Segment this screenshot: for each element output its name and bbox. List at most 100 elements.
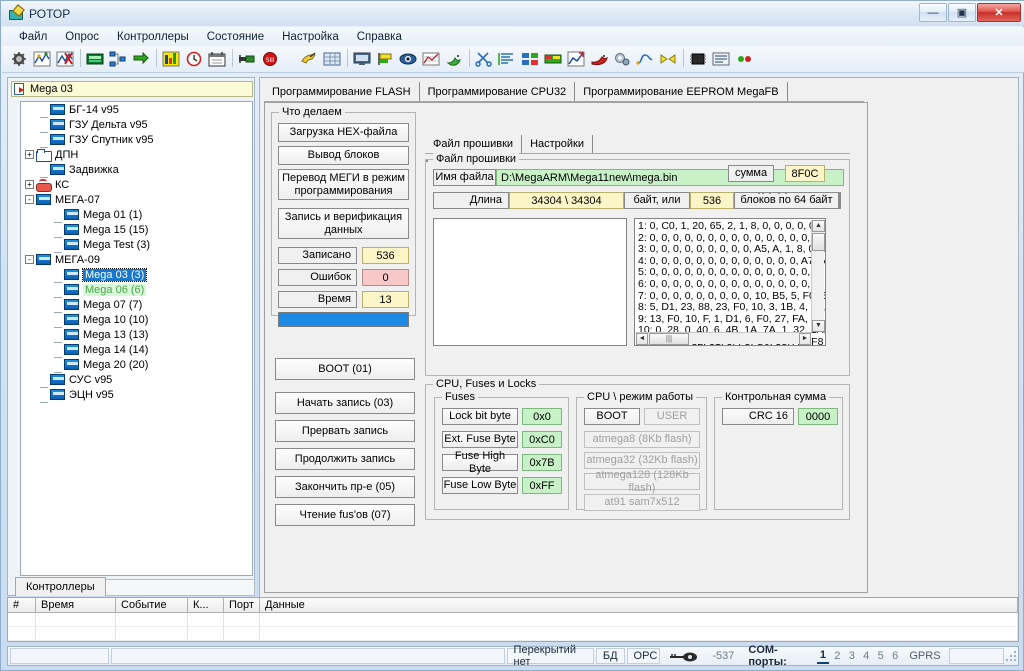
plug-connect-icon[interactable]: [236, 48, 258, 70]
grid-column-header[interactable]: Время: [36, 598, 116, 613]
start-write-button[interactable]: Начать запись (03): [275, 392, 415, 414]
hscroll-thumb[interactable]: |||: [649, 333, 689, 345]
finish-write-button[interactable]: Закончить пр-е (05): [275, 476, 415, 498]
ext-fuse-byte-label[interactable]: Ext. Fuse Byte: [442, 431, 518, 448]
grid-column-header[interactable]: Порт: [224, 598, 260, 613]
bowtie-icon[interactable]: [657, 48, 679, 70]
scissors-icon[interactable]: [473, 48, 495, 70]
hand-write-icon[interactable]: [298, 48, 320, 70]
chart-scatter-red-icon[interactable]: [54, 48, 76, 70]
tree-item[interactable]: БГ-14 v95: [21, 102, 252, 118]
collapse-icon[interactable]: -: [25, 195, 34, 204]
scroll-right-button[interactable]: ►: [799, 333, 811, 345]
red-bird-icon[interactable]: [588, 48, 610, 70]
atmega32-button[interactable]: atmega32 (32Kb flash): [584, 452, 700, 469]
tree-item[interactable]: Mega 15 (15): [21, 222, 252, 238]
tree-item[interactable]: Mega 03 (3): [21, 267, 252, 283]
form-grid-icon[interactable]: [321, 48, 343, 70]
chart-scatter-icon[interactable]: [31, 48, 53, 70]
fuse-low-byte-label[interactable]: Fuse Low Byte: [442, 477, 518, 494]
atmega8-button[interactable]: atmega8 (8Kb flash): [584, 431, 700, 448]
atmega128-button[interactable]: atmega128 (128Kb flash): [584, 469, 700, 494]
two-dots-icon[interactable]: [733, 48, 755, 70]
gears-icon[interactable]: [611, 48, 633, 70]
menu-settings[interactable]: Настройка: [273, 29, 348, 45]
com-port-1[interactable]: 1: [816, 648, 830, 664]
com-port-2[interactable]: 2: [831, 648, 843, 664]
boot-mode-button[interactable]: BOOT: [584, 408, 640, 425]
blue-bars-icon[interactable]: [519, 48, 541, 70]
tree-item[interactable]: Mega 07 (7): [21, 297, 252, 313]
load-hex-button[interactable]: Загрузка HEX-файла: [278, 123, 409, 142]
bar-chart-icon[interactable]: [160, 48, 182, 70]
tree-item[interactable]: Mega 13 (13): [21, 327, 252, 343]
stop-sign-icon[interactable]: SIII: [259, 48, 281, 70]
tree-item[interactable]: - МЕГА-07: [21, 192, 252, 207]
event-log-grid[interactable]: # Время Событие К... Порт Данные: [7, 597, 1019, 642]
menu-state[interactable]: Состояние: [198, 29, 273, 45]
green-chart-icon[interactable]: [542, 48, 564, 70]
output-blocks-button[interactable]: Вывод блоков: [278, 146, 409, 165]
menu-controllers[interactable]: Контроллеры: [108, 29, 198, 45]
scroll-down-button[interactable]: ▼: [812, 320, 825, 332]
collapse-icon[interactable]: -: [25, 255, 34, 264]
tree-item[interactable]: + ДПН: [21, 147, 252, 162]
tree-item[interactable]: Mega 06 (6): [21, 282, 252, 298]
tab-controllers[interactable]: Контроллеры: [15, 577, 106, 596]
mega-program-mode-button[interactable]: Перевод МЕГИ в режим программирования: [278, 169, 409, 200]
tree-item[interactable]: ГЗУ Спутник v95: [21, 132, 252, 148]
tree-item[interactable]: СУС v95: [21, 372, 252, 388]
grid-column-header[interactable]: К...: [188, 598, 224, 613]
tree-item[interactable]: Mega 20 (20): [21, 357, 252, 373]
curve-icon[interactable]: [634, 48, 656, 70]
tab-eeprom[interactable]: Программирование EEPROM MegaFB: [575, 82, 788, 101]
tree-path-field[interactable]: Mega 03: [11, 81, 253, 97]
read-fuses-button[interactable]: Чтение fus'ов (07): [275, 504, 415, 526]
db-status[interactable]: БД: [595, 648, 625, 664]
expand-icon[interactable]: +: [25, 180, 34, 189]
network-tree-icon[interactable]: [107, 48, 129, 70]
hex-horizontal-scrollbar[interactable]: ◄ ||| ►: [636, 332, 811, 345]
tree-item[interactable]: Mega Test (3): [21, 237, 252, 253]
continue-write-button[interactable]: Продолжить запись: [275, 448, 415, 470]
subtab-firmware-file[interactable]: Файл прошивки: [425, 135, 523, 153]
scroll-left-button[interactable]: ◄: [636, 333, 648, 345]
monitor-icon[interactable]: [351, 48, 373, 70]
scroll-up-button[interactable]: ▲: [812, 220, 825, 232]
grid-column-header[interactable]: #: [8, 598, 36, 613]
hex-vertical-scrollbar[interactable]: ▲ ▼: [811, 220, 825, 332]
menu-file[interactable]: Файл: [10, 29, 56, 45]
boot-button[interactable]: BOOT (01): [275, 358, 415, 380]
controller-tree[interactable]: БГ-14 v95 ГЗУ Дельта v95 ГЗУ Спутник v95 + Д…: [20, 101, 253, 576]
lock-bit-byte-label[interactable]: Lock bit byte: [442, 408, 518, 425]
com-port-3[interactable]: 3: [846, 648, 858, 664]
maximize-button[interactable]: ▣: [948, 3, 976, 22]
chip-black-icon[interactable]: [687, 48, 709, 70]
grid-column-header[interactable]: Данные: [260, 598, 1018, 613]
tree-item[interactable]: Mega 01 (1): [21, 207, 252, 223]
clock-icon[interactable]: [183, 48, 205, 70]
com-port-4[interactable]: 4: [860, 648, 872, 664]
resize-grip[interactable]: [1004, 649, 1016, 663]
hex-dump-list[interactable]: 1: 0, C0, 1, 20, 65, 2, 1, 8, 0, 0, 0, 0…: [634, 218, 826, 346]
tree-item[interactable]: ЭЦН v95: [21, 387, 252, 403]
list-indent-icon[interactable]: [496, 48, 518, 70]
menu-poll[interactable]: Опрос: [56, 29, 108, 45]
crc16-label[interactable]: CRC 16: [722, 408, 794, 425]
com-port-5[interactable]: 5: [874, 648, 886, 664]
minimize-button[interactable]: —: [919, 3, 947, 22]
abort-write-button[interactable]: Прервать запись: [275, 420, 415, 442]
tree-item[interactable]: Mega 14 (14): [21, 342, 252, 358]
firmware-text-area[interactable]: [433, 218, 627, 346]
trend-chart-icon[interactable]: [565, 48, 587, 70]
graph-paper-icon[interactable]: [420, 48, 442, 70]
subtab-settings[interactable]: Настройки: [522, 135, 593, 153]
bird-icon[interactable]: [443, 48, 465, 70]
user-mode-button[interactable]: USER: [644, 408, 700, 425]
com-port-6[interactable]: 6: [889, 648, 901, 664]
at91sam7x512-button[interactable]: at91 sam7x512: [584, 494, 700, 511]
green-arrow-icon[interactable]: [130, 48, 152, 70]
tree-item[interactable]: Задвижка: [21, 162, 252, 178]
expand-icon[interactable]: +: [25, 150, 34, 159]
grid-column-header[interactable]: Событие: [116, 598, 188, 613]
